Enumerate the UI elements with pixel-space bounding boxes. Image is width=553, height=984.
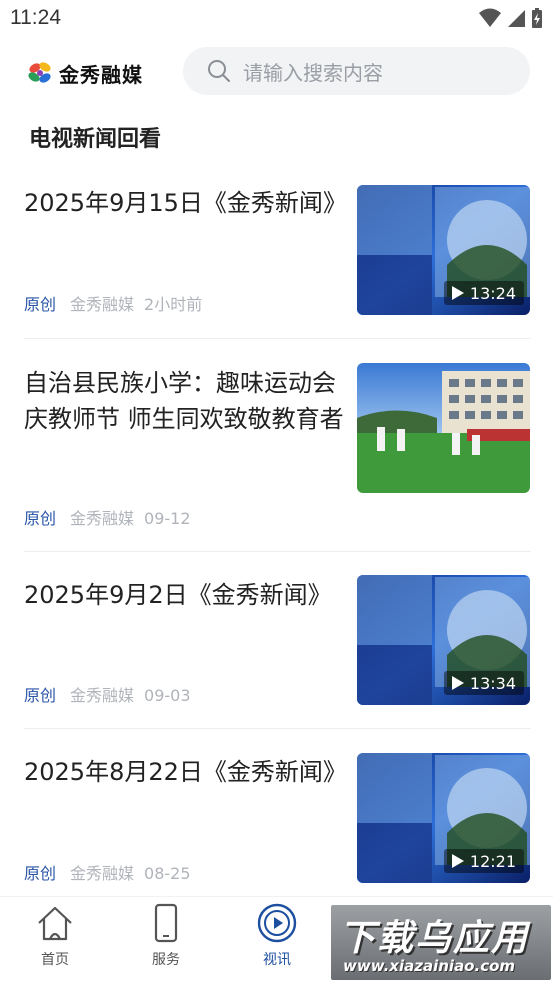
news-item[interactable]: 2025年9月2日《金秀新闻》 原创 金秀融媒 09-03 13:34 (24, 552, 531, 729)
news-time: 09-03 (144, 686, 191, 705)
video-duration: 13:34 (443, 671, 524, 695)
tab-video[interactable]: 视讯 (237, 903, 317, 969)
news-title[interactable]: 2025年9月15日《金秀新闻》 (24, 185, 347, 221)
news-thumbnail[interactable]: 13:34 (357, 575, 530, 705)
battery-icon (532, 8, 542, 28)
video-duration: 12:21 (443, 849, 524, 873)
search-placeholder: 请输入搜索内容 (243, 60, 383, 85)
section-title: 电视新闻回看 (29, 127, 162, 152)
news-title[interactable]: 2025年8月22日《金秀新闻》 (24, 754, 347, 790)
news-time: 2小时前 (144, 295, 203, 314)
news-tag: 原创 (24, 864, 57, 883)
news-title[interactable]: 2025年9月2日《金秀新闻》 (24, 577, 344, 613)
video-duration: 13:24 (443, 281, 524, 305)
news-source: 金秀融媒 (70, 686, 135, 705)
search-icon (208, 60, 230, 82)
news-meta: 原创 金秀融媒 08-25 (24, 860, 191, 884)
news-meta: 原创 金秀融媒 2小时前 (24, 291, 202, 315)
watermark-logo: 下载乌应用 www.xiazainiao.com (331, 905, 551, 980)
news-item[interactable]: 2025年8月22日《金秀新闻》 原创 金秀融媒 08-25 12:21 (24, 729, 531, 899)
news-source: 金秀融媒 (70, 864, 135, 883)
watermark-url-text: www.xiazainiao.com (343, 957, 516, 975)
tab-home[interactable]: 首页 (15, 903, 95, 969)
status-icons (479, 7, 543, 29)
signal-icon (508, 10, 525, 27)
logo-text: 金秀融媒 (59, 62, 143, 87)
play-icon (451, 676, 464, 690)
tab-service[interactable]: 服务 (126, 903, 206, 969)
status-time: 11:24 (10, 6, 61, 29)
news-time: 08-25 (144, 864, 191, 883)
search-input[interactable]: 请输入搜索内容 (183, 47, 530, 95)
news-tag: 原创 (24, 295, 57, 314)
duration-text: 13:34 (469, 673, 516, 693)
news-item[interactable]: 2025年9月15日《金秀新闻》 原创 金秀融媒 2小时前 13:24 (24, 163, 531, 339)
news-tag: 原创 (24, 509, 57, 528)
watermark-main-text: 下载乌应用 (339, 918, 530, 959)
duration-text: 12:21 (469, 851, 516, 871)
status-bar: 11:24 (0, 0, 553, 40)
news-item[interactable]: 自治县民族小学：趣味运动会庆教师节 师生同欢致敬教育者 原创 金秀融媒 09-12 (24, 339, 531, 552)
app-header: 金秀融媒 请输入搜索内容 (0, 40, 553, 104)
tab-label: 服务 (152, 952, 180, 968)
news-thumbnail[interactable] (357, 363, 530, 493)
news-source: 金秀融媒 (70, 295, 135, 314)
wifi-icon (479, 8, 501, 27)
news-thumbnail[interactable]: 12:21 (357, 753, 530, 883)
news-meta: 原创 金秀融媒 09-03 (24, 682, 191, 706)
duration-text: 13:24 (469, 283, 516, 303)
tab-label: 视讯 (263, 952, 291, 968)
phone-icon (154, 903, 178, 943)
play-icon (451, 854, 464, 868)
app-logo[interactable]: 金秀融媒 (25, 58, 143, 88)
home-icon (38, 906, 72, 941)
news-title[interactable]: 自治县民族小学：趣味运动会庆教师节 师生同欢致敬教育者 (24, 365, 344, 437)
play-circle-icon (257, 903, 297, 943)
news-thumbnail[interactable]: 13:24 (357, 185, 530, 315)
news-meta: 原创 金秀融媒 09-12 (24, 505, 191, 529)
tab-label: 首页 (41, 952, 69, 968)
photo-thumbnail-art (357, 363, 530, 493)
news-tag: 原创 (24, 686, 57, 705)
logo-flower-icon (28, 62, 51, 83)
news-source: 金秀融媒 (70, 509, 135, 528)
news-time: 09-12 (144, 509, 191, 528)
play-icon (451, 286, 464, 300)
